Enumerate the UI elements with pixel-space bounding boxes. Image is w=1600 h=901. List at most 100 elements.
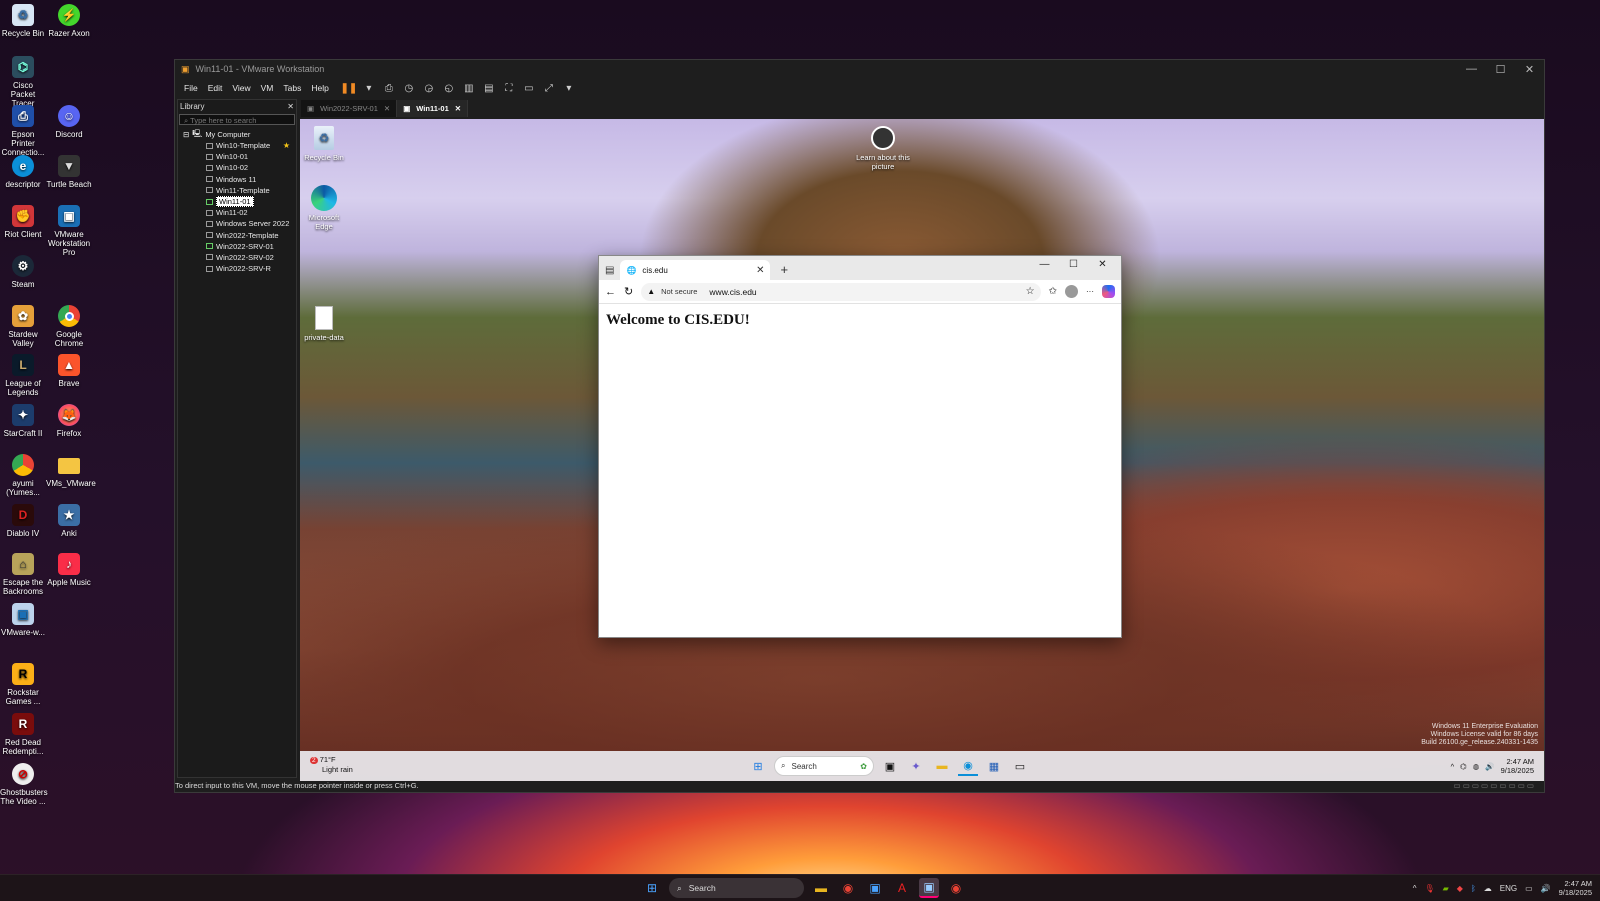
desktop-icon-rockstar[interactable]: R Rockstar Games ... xyxy=(0,663,46,706)
close-library-icon[interactable]: ✕ xyxy=(287,102,294,111)
menu-tabs[interactable]: Tabs xyxy=(278,83,306,93)
thumbnail-bar-icon[interactable]: ▤ xyxy=(480,81,498,95)
full-screen-icon[interactable]: ⛶ xyxy=(500,81,518,95)
collapse-icon[interactable]: ⊟ xyxy=(183,130,189,139)
app-tray-icon[interactable]: ◆ xyxy=(1457,884,1463,893)
close-button[interactable]: ✕ xyxy=(1088,259,1117,270)
bluetooth-icon[interactable]: ᛒ xyxy=(1471,884,1476,893)
maximize-button[interactable]: ☐ xyxy=(1486,63,1515,76)
desktop-icon-epson-printer[interactable]: ⎙ Epson Printer Connectio... xyxy=(0,105,46,157)
desktop-icon-razer-axon[interactable]: ⚡ Razer Axon xyxy=(46,4,92,38)
tree-item-vm[interactable]: Windows Server 2022 xyxy=(178,218,296,229)
copilot-icon[interactable]: ✦ xyxy=(906,756,926,776)
vmware-icon[interactable]: ▣ xyxy=(865,878,885,898)
file-explorer-icon[interactable]: ▬ xyxy=(811,878,831,898)
browser-tab[interactable]: 🌐 cis.edu ✕ xyxy=(620,260,771,280)
tree-item-vm[interactable]: Win2022-Template xyxy=(178,230,296,241)
globe-icon[interactable]: ◍ xyxy=(1473,762,1480,771)
terminal-icon[interactable]: ▭ xyxy=(1010,756,1030,776)
stretch-icon[interactable]: ⤢ xyxy=(540,81,558,95)
volume-icon[interactable]: 🔊 xyxy=(1541,884,1551,893)
tab-win11-01[interactable]: ▣ Win11-01 ✕ xyxy=(397,100,469,117)
onedrive-icon[interactable]: ☁ xyxy=(1484,884,1492,893)
host-clock[interactable]: 2:47 AM 9/18/2025 xyxy=(1559,879,1592,897)
close-tab-icon[interactable]: ✕ xyxy=(455,104,461,113)
minimize-button[interactable]: — xyxy=(1030,259,1059,270)
desktop-icon-ghostbusters[interactable]: ⊘ Ghostbusters The Video ... xyxy=(0,763,48,806)
refresh-icon[interactable]: ↻ xyxy=(624,285,633,298)
desktop-icon-discord[interactable]: ☺ Discord xyxy=(46,105,92,139)
close-button[interactable]: ✕ xyxy=(1515,63,1544,76)
network-icon[interactable]: ⌬ xyxy=(1460,762,1467,771)
task-view-icon[interactable]: ▣ xyxy=(880,756,900,776)
desktop-icon-cisco-packet-tracer[interactable]: ⌬ Cisco Packet Tracer xyxy=(0,56,46,108)
snapshot-icon[interactable]: ◷ xyxy=(400,81,418,95)
desktop-icon-escape-backrooms[interactable]: ⌂ Escape the Backrooms xyxy=(0,553,46,596)
desktop-icon-red-dead[interactable]: R Red Dead Redempti... xyxy=(0,713,46,756)
desktop-icon-ayumi[interactable]: ayumi (Yumes... xyxy=(0,454,46,497)
desktop-icon-apple-music[interactable]: ♪ Apple Music xyxy=(46,553,92,587)
chevron-down-icon[interactable]: ▾ xyxy=(560,81,578,95)
desktop-icon-vmware-installer[interactable]: ▣ VMware-w... xyxy=(0,603,46,637)
show-library-icon[interactable]: ▥ xyxy=(460,81,478,95)
chevron-up-icon[interactable]: ^ xyxy=(1413,884,1417,893)
desktop-icon-vms-vmware[interactable]: VMs_VMware xyxy=(46,454,96,488)
desktop-icon-vmware-workstation[interactable]: ▣ VMware Workstation Pro xyxy=(46,205,92,257)
console-view-icon[interactable]: ▭ xyxy=(520,81,538,95)
chevron-down-icon[interactable]: ▾ xyxy=(360,81,378,95)
desktop-icon-turtle-beach[interactable]: ▼ Turtle Beach xyxy=(46,155,92,189)
close-tab-icon[interactable]: ✕ xyxy=(756,265,764,276)
send-ctrl-alt-del-icon[interactable]: ⎙ xyxy=(380,81,398,95)
host-search-box[interactable]: ⌕ Search xyxy=(669,878,804,898)
favorite-star-icon[interactable]: ☆ xyxy=(1026,286,1035,297)
tab-win2022-srv-01[interactable]: ▣ Win2022-SRV-01 ✕ xyxy=(301,100,398,117)
profile-icon[interactable] xyxy=(1065,285,1078,298)
start-button[interactable]: ⊞ xyxy=(748,756,768,776)
tree-item-vm[interactable]: Win11-Template xyxy=(178,185,296,196)
menu-file[interactable]: File xyxy=(179,83,203,93)
tree-item-vm[interactable]: Win2022-SRV-01 xyxy=(178,241,296,252)
chrome-icon[interactable]: ◉ xyxy=(838,878,858,898)
desktop-icon-stardew-valley[interactable]: ✿ Stardew Valley xyxy=(0,305,46,348)
guest-icon-private-data[interactable]: private-data xyxy=(300,305,348,342)
microphone-icon[interactable]: 🎙 xyxy=(1424,884,1434,893)
volume-icon[interactable]: 🔊 xyxy=(1485,762,1494,771)
not-secure-label[interactable]: Not secure xyxy=(661,287,697,296)
tree-item-vm[interactable]: Win10-Template ★ xyxy=(178,140,296,151)
edge-icon[interactable]: ◉ xyxy=(958,756,978,776)
minimize-button[interactable]: — xyxy=(1457,63,1486,76)
menu-help[interactable]: Help xyxy=(306,83,333,93)
desktop-icon-diablo[interactable]: D Diablo IV xyxy=(0,504,46,538)
guest-search-box[interactable]: ⌕ Search ✿ xyxy=(774,756,874,776)
desktop-icon-anki[interactable]: ★ Anki xyxy=(46,504,92,538)
start-button[interactable]: ⊞ xyxy=(642,878,662,898)
guest-icon-recycle-bin[interactable]: ♻ Recycle Bin xyxy=(300,125,348,162)
snapshot-manager-icon[interactable]: ◵ xyxy=(440,81,458,95)
revert-snapshot-icon[interactable]: ◶ xyxy=(420,81,438,95)
file-explorer-icon[interactable]: ▬ xyxy=(932,756,952,776)
menu-edit[interactable]: Edit xyxy=(203,83,228,93)
desktop-icon-starcraft[interactable]: ✦ StarCraft II xyxy=(0,404,46,438)
guest-clock[interactable]: 2:47 AM 9/18/2025 xyxy=(1501,757,1534,775)
guest-icon-microsoft-edge[interactable]: Microsoft Edge xyxy=(300,185,348,231)
chevron-up-icon[interactable]: ^ xyxy=(1451,762,1455,771)
tree-root-my-computer[interactable]: ⊟ 🖳 My Computer xyxy=(178,129,296,140)
favorites-icon[interactable]: ✩ xyxy=(1049,286,1057,297)
network-icon[interactable]: ▭ xyxy=(1525,884,1533,893)
desktop-icon-brave[interactable]: ▲ Brave xyxy=(46,354,92,388)
tree-item-vm[interactable]: Win2022-SRV-R xyxy=(178,263,296,274)
menu-view[interactable]: View xyxy=(227,83,255,93)
desktop-icon-steam[interactable]: ⚙ Steam xyxy=(0,255,46,289)
nvidia-icon[interactable]: ▰ xyxy=(1443,884,1449,893)
url-text[interactable]: www.cis.edu xyxy=(709,287,756,297)
acrobat-icon[interactable]: A xyxy=(892,878,912,898)
menu-vm[interactable]: VM xyxy=(256,83,279,93)
store-icon[interactable]: ▦ xyxy=(984,756,1004,776)
address-bar[interactable]: ▲ Not secure www.cis.edu ☆ xyxy=(641,282,1041,301)
tree-item-vm[interactable]: Win2022-SRV-02 xyxy=(178,252,296,263)
language-indicator[interactable]: ENG xyxy=(1500,884,1517,893)
guest-screen[interactable]: ♻ Recycle Bin Microsoft Edge private-data… xyxy=(300,119,1544,781)
device-status-icons[interactable]: ▭ ▭ ▭ ▭ ▭ ▭ ▭ ▭ ▭ xyxy=(1454,781,1544,792)
tab-actions-icon[interactable]: ▤ xyxy=(605,265,614,276)
tree-item-vm[interactable]: Win10-02 xyxy=(178,162,296,173)
